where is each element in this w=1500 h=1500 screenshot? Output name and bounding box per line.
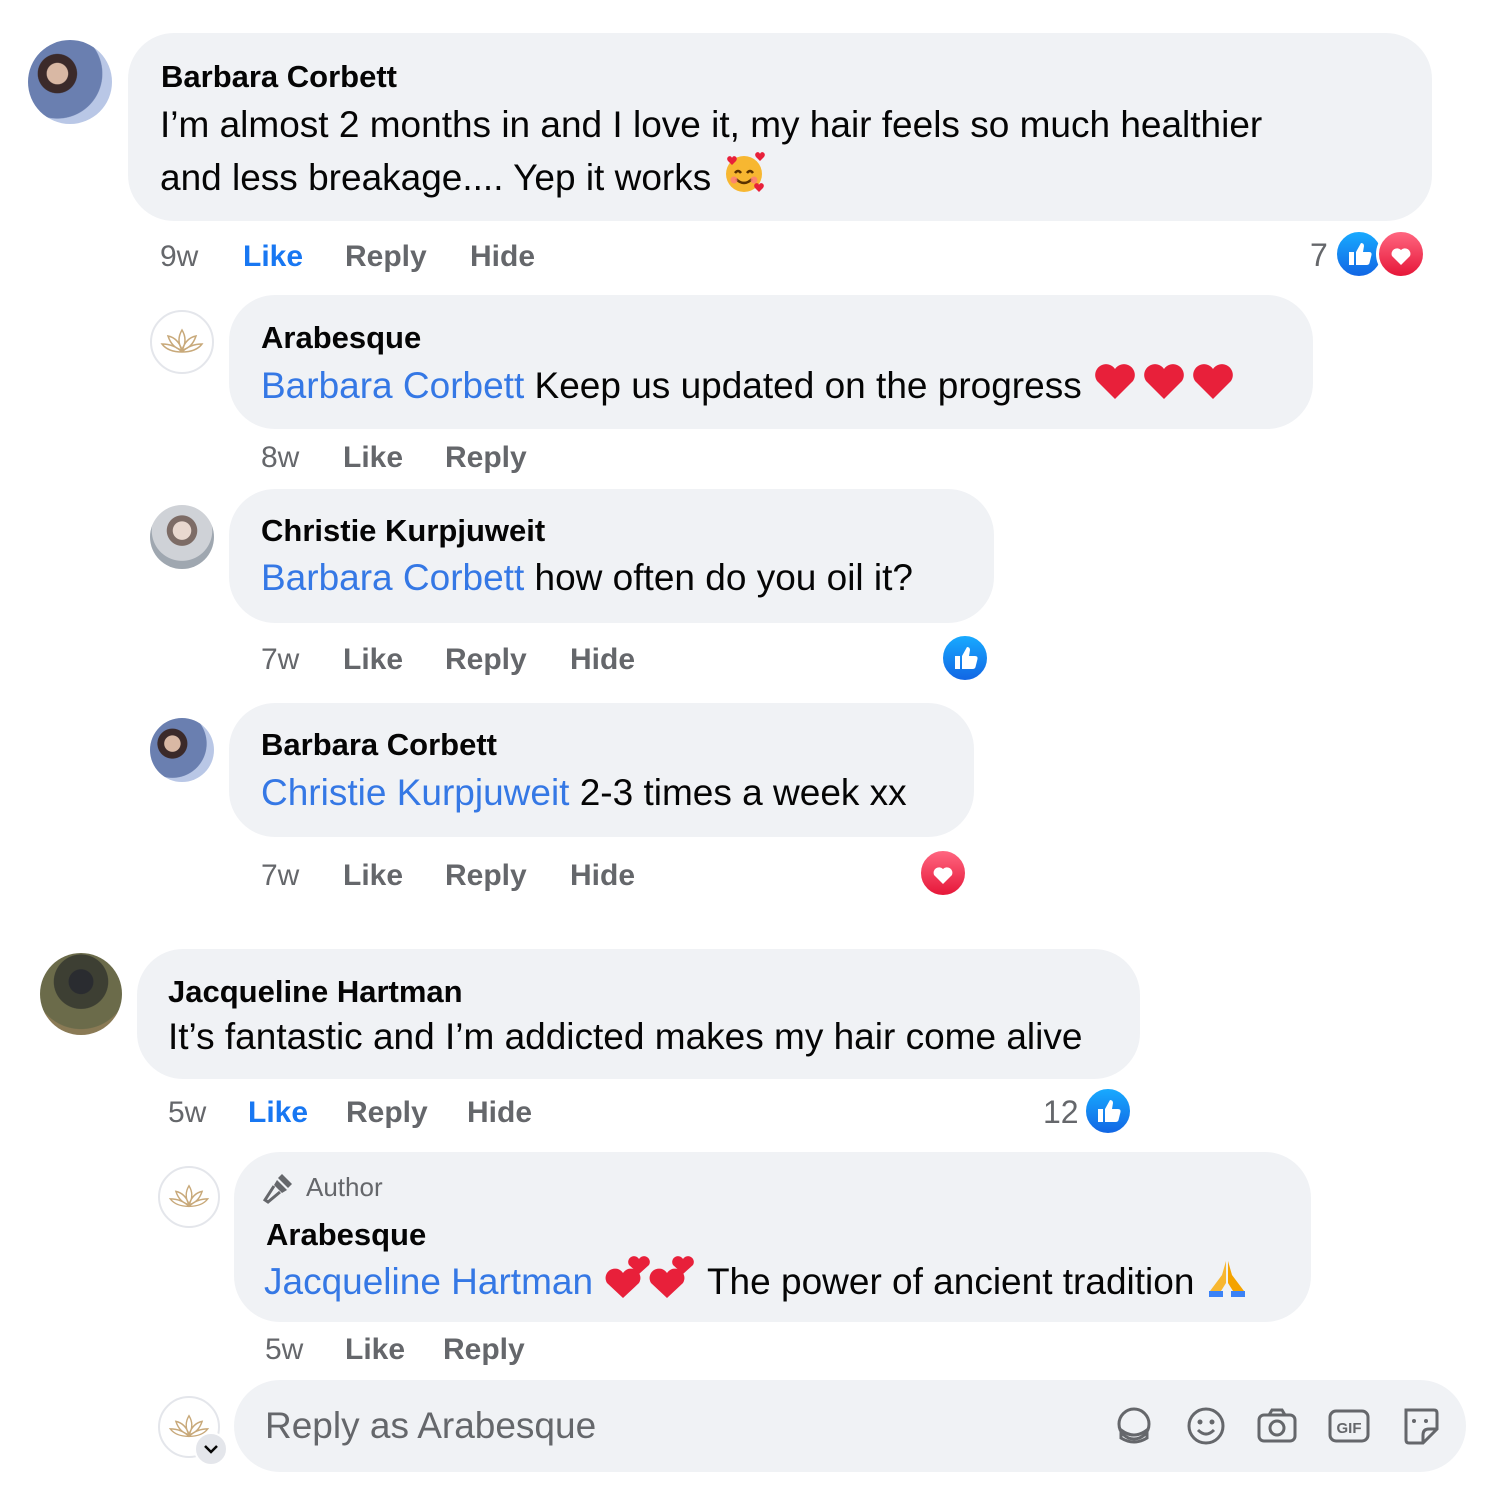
comment-text: It’s fantastic and I’m addicted makes my… [168, 1016, 1083, 1057]
chevron-down-icon[interactable] [194, 1432, 228, 1466]
comment-author[interactable]: Barbara Corbett [161, 59, 397, 95]
camera-icon[interactable] [1255, 1404, 1299, 1453]
like-button[interactable]: Like [243, 240, 303, 274]
comment-time[interactable]: 7w [261, 859, 299, 893]
comment-actions: 9w Like Reply Hide [160, 240, 760, 280]
comment-time[interactable]: 5w [265, 1333, 303, 1367]
like-button[interactable]: Like [343, 441, 403, 475]
avatar-sticker-icon[interactable] [1112, 1404, 1156, 1453]
emoji-icon[interactable] [1184, 1404, 1228, 1453]
love-reaction-icon[interactable] [1376, 229, 1426, 279]
comment-text: Christie Kurpjuweit 2-3 times a week xx [261, 772, 907, 813]
comment-author[interactable]: Arabesque [266, 1217, 426, 1253]
hide-button[interactable]: Hide [570, 643, 635, 677]
like-button[interactable]: Like [248, 1096, 308, 1130]
comment-bubble: Arabesque Barbara Corbett Keep us update… [229, 295, 1313, 429]
reply-button[interactable]: Reply [445, 859, 527, 893]
reply-button[interactable]: Reply [346, 1096, 428, 1130]
love-reaction-icon[interactable] [918, 848, 968, 898]
author-badge: Author [306, 1172, 383, 1202]
comment-text: I’m almost 2 months in and I love it, my… [160, 104, 1263, 145]
avatar[interactable] [28, 40, 112, 124]
reaction-count[interactable]: 12 [1043, 1094, 1079, 1131]
sticker-icon[interactable] [1398, 1404, 1442, 1453]
comment-time[interactable]: 7w [261, 643, 299, 677]
comment-bubble: Author Arabesque Jacqueline Hartman The … [234, 1152, 1311, 1322]
reply-button[interactable]: Reply [345, 240, 427, 274]
mention-link[interactable]: Barbara Corbett [261, 365, 524, 406]
hide-button[interactable]: Hide [570, 859, 635, 893]
comment-time[interactable]: 5w [168, 1096, 206, 1130]
comment-time[interactable]: 9w [160, 240, 198, 274]
comment-bubble: Barbara Corbett Christie Kurpjuweit 2-3 … [229, 703, 974, 837]
avatar[interactable] [150, 310, 214, 374]
comment-text: and less breakage.... Yep it works [160, 151, 766, 209]
reply-input[interactable]: Reply as Arabesque GIF [234, 1380, 1466, 1472]
avatar[interactable] [158, 1166, 220, 1228]
comment-actions: 7w Like Reply Hide [261, 643, 761, 683]
comment-bubble: Barbara Corbett I’m almost 2 months in a… [128, 33, 1432, 221]
comment-text: Jacqueline Hartman The power of ancient … [264, 1254, 1249, 1314]
comment-author[interactable]: Jacqueline Hartman [168, 974, 463, 1010]
comment-bubble: Jacqueline Hartman It’s fantastic and I’… [137, 949, 1140, 1079]
reply-button[interactable]: Reply [443, 1333, 525, 1367]
reply-placeholder: Reply as Arabesque [265, 1405, 597, 1446]
three-red-hearts-icon [1092, 359, 1238, 417]
comment-text: Barbara Corbett how often do you oil it? [261, 557, 914, 598]
comment-actions: 5w Like Reply [265, 1333, 765, 1373]
avatar[interactable] [40, 953, 122, 1035]
gif-icon[interactable]: GIF [1327, 1406, 1371, 1451]
like-button[interactable]: Like [345, 1333, 405, 1367]
comment-author[interactable]: Christie Kurpjuweit [261, 513, 545, 549]
avatar[interactable] [150, 505, 214, 569]
comment-actions: 5w Like Reply Hide [168, 1096, 768, 1136]
comment-bubble: Christie Kurpjuweit Barbara Corbett how … [229, 489, 994, 623]
microphone-icon [262, 1170, 298, 1209]
reply-button[interactable]: Reply [445, 441, 527, 475]
comment-author[interactable]: Arabesque [261, 320, 421, 356]
comment-actions: 8w Like Reply [261, 441, 761, 481]
like-button[interactable]: Like [343, 859, 403, 893]
comment-author[interactable]: Barbara Corbett [261, 727, 497, 763]
reply-button[interactable]: Reply [445, 643, 527, 677]
smiling-face-with-hearts-icon [722, 151, 766, 209]
mention-link[interactable]: Christie Kurpjuweit [261, 772, 569, 813]
avatar[interactable] [150, 718, 214, 782]
like-reaction-icon[interactable] [1083, 1086, 1133, 1136]
hide-button[interactable]: Hide [470, 240, 535, 274]
svg-text:GIF: GIF [1337, 1420, 1362, 1437]
reaction-count[interactable]: 7 [1310, 237, 1328, 274]
comment-actions: 7w Like Reply Hide [261, 859, 761, 899]
folded-hands-icon [1205, 1255, 1249, 1313]
mention-link[interactable]: Jacqueline Hartman [264, 1261, 593, 1302]
like-reaction-icon[interactable] [940, 633, 990, 683]
two-hearts-icon [603, 1254, 697, 1314]
lotus-logo-icon [160, 328, 204, 353]
comment-time[interactable]: 8w [261, 441, 299, 475]
lotus-logo-icon [168, 1184, 210, 1208]
hide-button[interactable]: Hide [467, 1096, 532, 1130]
comment-text: Barbara Corbett Keep us updated on the p… [261, 359, 1238, 417]
mention-link[interactable]: Barbara Corbett [261, 557, 524, 598]
like-button[interactable]: Like [343, 643, 403, 677]
